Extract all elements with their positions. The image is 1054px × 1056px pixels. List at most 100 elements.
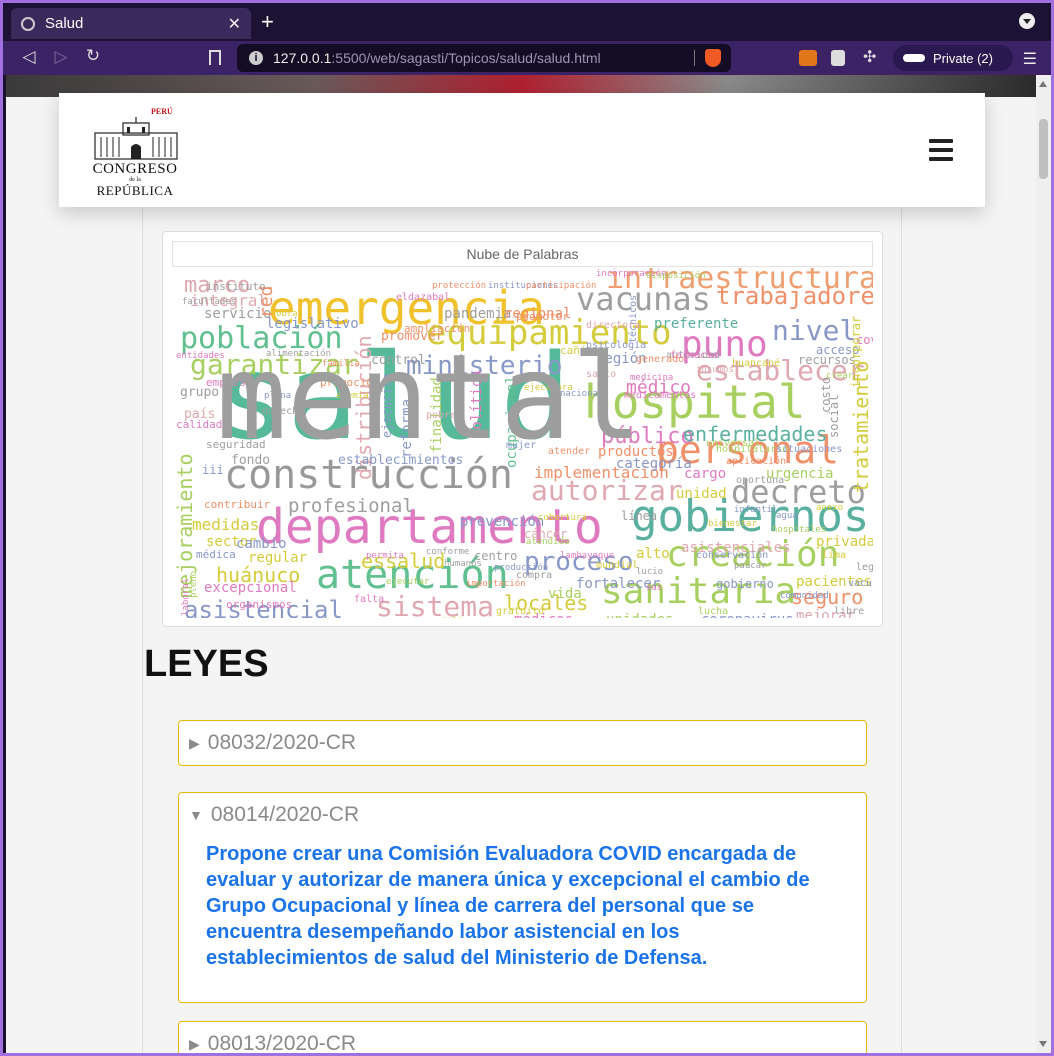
url-path: :5500/web/sagasti/Topicos/salud/salud.ht… [331, 50, 601, 66]
wordcloud-word: gratuito [496, 606, 544, 617]
leyes-heading: LEYES [144, 643, 269, 685]
wordcloud-word: preferente [654, 316, 738, 332]
wordcloud-word: vida [548, 586, 582, 602]
wordcloud-word: agua [776, 511, 798, 521]
close-tab-icon[interactable]: ✕ [228, 14, 241, 34]
scroll-thumb[interactable] [1039, 119, 1048, 179]
ley-code: 08032/2020-CR [207, 731, 357, 754]
wordcloud-word: excepcional [204, 580, 297, 596]
site-navbar: PERÚ CONGRESO de la REPÚBLICA [59, 93, 985, 207]
wordcloud-word: generado [636, 354, 684, 365]
wordcloud-word: privadas [816, 534, 873, 550]
bookmark-icon[interactable] [209, 50, 221, 65]
building-emblem-icon [94, 117, 178, 160]
extension-page-icon[interactable] [831, 50, 845, 66]
hamburger-menu-button[interactable] [929, 139, 953, 161]
wordcloud-word: pandemia [444, 306, 511, 322]
brave-shields-icon[interactable] [705, 49, 721, 67]
private-window-badge[interactable]: Private (2) [893, 45, 1013, 71]
wordcloud-word: facultades [182, 297, 236, 307]
wordcloud-word: importación [466, 578, 526, 589]
wordcloud-svg: saludemergenciadepartamentohospitalgobie… [176, 268, 873, 618]
ley-accordion[interactable]: ▶ 08013/2020-CR [178, 1021, 867, 1053]
wordcloud-word: regular [248, 550, 307, 566]
wordcloud-word: promotor [516, 310, 569, 323]
wordcloud-word: unidades [606, 612, 673, 618]
metamask-icon[interactable] [799, 50, 817, 66]
back-icon[interactable]: ◁ [13, 47, 45, 67]
ley-code: 08014/2020-CR [210, 803, 360, 826]
wordcloud-word: lambayeque [560, 551, 614, 561]
browser-window: Salud ✕ + ◁ ▷ ↻ i 127.0.0.1:5500/web/sag… [0, 0, 1054, 1056]
hamburger-line [929, 157, 953, 161]
wordcloud-word: paucar [734, 561, 767, 571]
ley-description: Propone crear una Comisión Evaluadora CO… [206, 843, 810, 969]
browser-menu-icon[interactable]: ☰ [1023, 49, 1037, 69]
url-host: 127.0.0.1 [273, 50, 332, 66]
tab-salud[interactable]: Salud ✕ [11, 8, 251, 39]
wordcloud-word: protección [432, 280, 486, 291]
wordcloud-word: médica [196, 548, 236, 561]
wordcloud-word: organismos [226, 598, 292, 611]
ley-accordion[interactable]: ▶ 08032/2020-CR [178, 720, 867, 766]
wordcloud-word: trabajadores [716, 282, 873, 310]
wordcloud-word: crear [826, 371, 854, 381]
wordcloud-word: situaciones [776, 444, 842, 455]
wordcloud-card: Nube de Palabras salud emergencia departam… [162, 231, 883, 627]
url-separator [694, 50, 695, 66]
wordcloud-word: gobierno [716, 577, 774, 591]
wordcloud-word: costo [819, 377, 833, 413]
wordcloud-word: unidad [676, 486, 727, 502]
page-viewport: PERÚ CONGRESO de la REPÚBLICA Nube de Pa… [6, 75, 1036, 1053]
wordcloud-word: hospitales [772, 525, 826, 535]
private-label: Private (2) [933, 50, 993, 66]
wordcloud-word: medidas [192, 515, 259, 534]
wordcloud-word: cargo [684, 466, 726, 482]
wordcloud-word: alto [636, 546, 670, 562]
forward-icon[interactable]: ▷ [45, 47, 77, 67]
main-content: Nube de Palabras salud emergencia departam… [142, 205, 902, 1053]
wordcloud-word: pública [436, 617, 474, 618]
new-tab-button[interactable]: + [261, 9, 274, 35]
wordcloud-word: ejecutar [386, 577, 430, 587]
ley-summary[interactable]: ▶ 08032/2020-CR [179, 721, 866, 765]
wordcloud-title: Nube de Palabras [172, 241, 873, 267]
site-info-icon[interactable]: i [249, 51, 263, 65]
wordcloud-word: eldazabal [396, 292, 450, 303]
expanded-triangle-icon: ▼ [189, 807, 203, 823]
wordcloud-word: cambio [236, 536, 287, 552]
wordcloud-word: contribuir [204, 498, 271, 511]
ley-code: 08013/2020-CR [207, 1032, 357, 1053]
wordcloud-word: falta [354, 594, 384, 605]
wordcloud-word: sus [646, 583, 662, 593]
hamburger-line [929, 148, 953, 152]
wordcloud-word: permita [366, 551, 404, 561]
scroll-up-icon[interactable] [1039, 81, 1047, 87]
wordcloud-word: sistema [376, 590, 494, 618]
wordcloud-word: instituto [206, 280, 266, 293]
congreso-logo[interactable]: PERÚ CONGRESO de la REPÚBLICA [89, 105, 183, 199]
collapsed-triangle-icon: ▶ [189, 1035, 200, 1052]
wordcloud-word: oportuna [736, 475, 784, 486]
logo-republica: REPÚBLICA [96, 183, 174, 198]
wordcloud-word: lucio [636, 567, 663, 577]
wordcloud-word: universal [706, 438, 760, 449]
scroll-down-icon[interactable] [1039, 1041, 1047, 1047]
collapsed-triangle-icon: ▶ [189, 734, 200, 751]
ley-summary[interactable]: ▶ 08013/2020-CR [179, 1022, 866, 1053]
address-bar[interactable]: i 127.0.0.1:5500/web/sagasti/Topicos/sal… [237, 44, 731, 72]
wordcloud-word: producción [494, 562, 548, 573]
ley-summary[interactable]: ▼ 08014/2020-CR [179, 793, 866, 837]
page-scrollbar[interactable] [1036, 75, 1051, 1053]
extensions-puzzle-icon[interactable]: ✣ [863, 47, 881, 66]
ley-accordion[interactable]: ▼ 08014/2020-CR Propone crear una Comisi… [178, 792, 867, 1003]
wordcloud-word: atendida [526, 537, 569, 547]
wordcloud-word: cobertura [538, 513, 587, 523]
wordcloud-word: aplicación [726, 455, 786, 467]
wordcloud-word: insumos [696, 365, 734, 375]
wordcloud-word: conforme [426, 547, 469, 557]
wordcloud-word: anexo [816, 503, 843, 513]
reload-icon[interactable]: ↻ [77, 46, 109, 66]
wordcloud-word: lucha [698, 606, 728, 617]
tab-search-icon[interactable] [1019, 13, 1035, 29]
